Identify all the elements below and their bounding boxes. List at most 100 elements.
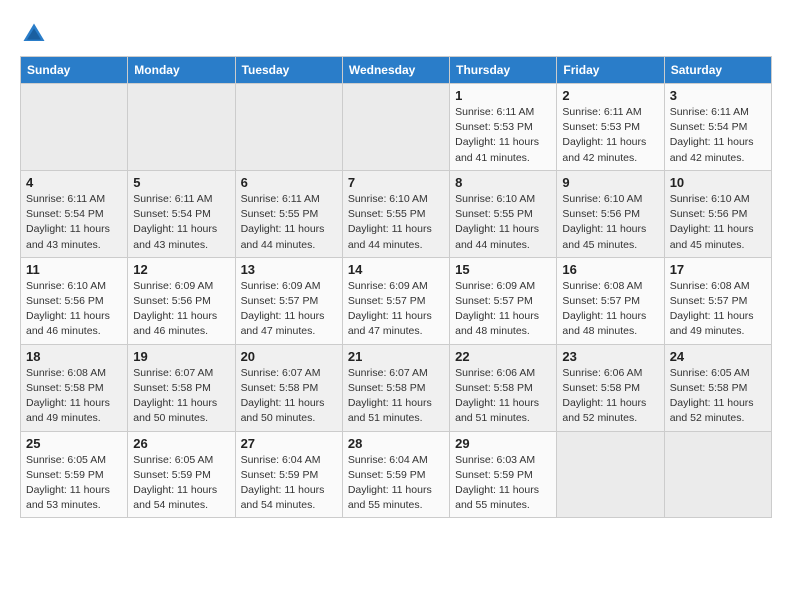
logo-icon xyxy=(20,20,48,48)
calendar-cell: 26Sunrise: 6:05 AM Sunset: 5:59 PM Dayli… xyxy=(128,431,235,518)
calendar-cell: 3Sunrise: 6:11 AM Sunset: 5:54 PM Daylig… xyxy=(664,84,771,171)
day-number: 13 xyxy=(241,262,337,277)
weekday-header: Tuesday xyxy=(235,57,342,84)
day-info: Sunrise: 6:10 AM Sunset: 5:56 PM Dayligh… xyxy=(562,192,658,253)
day-number: 2 xyxy=(562,88,658,103)
calendar-cell: 9 Sunrise: 6:10 AM Sunset: 5:56 PM Daylig… xyxy=(557,170,664,257)
day-info: Sunrise: 6:07 AM Sunset: 5:58 PM Dayligh… xyxy=(348,366,444,427)
calendar-cell: 17Sunrise: 6:08 AM Sunset: 5:57 PM Dayli… xyxy=(664,257,771,344)
day-number: 9 xyxy=(562,175,658,190)
day-number: 14 xyxy=(348,262,444,277)
calendar-cell: 22 Sunrise: 6:06 AM Sunset: 5:58 PM Dayli… xyxy=(450,344,557,431)
calendar-table: SundayMondayTuesdayWednesdayThursdayFrid… xyxy=(20,56,772,518)
calendar-cell: 18 Sunrise: 6:08 AM Sunset: 5:58 PM Dayli… xyxy=(21,344,128,431)
day-info: Sunrise: 6:06 AM Sunset: 5:58 PM Dayligh… xyxy=(562,366,658,427)
calendar-cell xyxy=(557,431,664,518)
calendar-cell xyxy=(128,84,235,171)
day-info: Sunrise: 6:03 AM Sunset: 5:59 PM Dayligh… xyxy=(455,453,551,514)
day-info: Sunrise: 6:06 AM Sunset: 5:58 PM Dayligh… xyxy=(455,366,551,427)
calendar-cell: 6 Sunrise: 6:11 AM Sunset: 5:55 PM Daylig… xyxy=(235,170,342,257)
calendar-week-row: 1Sunrise: 6:11 AM Sunset: 5:53 PM Daylig… xyxy=(21,84,772,171)
calendar-cell: 19 Sunrise: 6:07 AM Sunset: 5:58 PM Dayli… xyxy=(128,344,235,431)
day-number: 10 xyxy=(670,175,766,190)
day-number: 11 xyxy=(26,262,122,277)
day-info: Sunrise: 6:09 AM Sunset: 5:57 PM Dayligh… xyxy=(455,279,551,340)
day-info: Sunrise: 6:05 AM Sunset: 5:59 PM Dayligh… xyxy=(26,453,122,514)
day-info: Sunrise: 6:08 AM Sunset: 5:58 PM Dayligh… xyxy=(26,366,122,427)
weekday-header: Saturday xyxy=(664,57,771,84)
calendar-cell: 4 Sunrise: 6:11 AM Sunset: 5:54 PM Daylig… xyxy=(21,170,128,257)
day-info: Sunrise: 6:11 AM Sunset: 5:53 PM Dayligh… xyxy=(562,105,658,166)
day-number: 18 xyxy=(26,349,122,364)
calendar-cell: 21 Sunrise: 6:07 AM Sunset: 5:58 PM Dayli… xyxy=(342,344,449,431)
day-info: Sunrise: 6:11 AM Sunset: 5:55 PM Dayligh… xyxy=(241,192,337,253)
day-number: 27 xyxy=(241,436,337,451)
day-info: Sunrise: 6:10 AM Sunset: 5:56 PM Dayligh… xyxy=(670,192,766,253)
calendar-cell: 27Sunrise: 6:04 AM Sunset: 5:59 PM Dayli… xyxy=(235,431,342,518)
day-number: 7 xyxy=(348,175,444,190)
day-number: 16 xyxy=(562,262,658,277)
day-number: 29 xyxy=(455,436,551,451)
calendar-cell: 8 Sunrise: 6:10 AM Sunset: 5:55 PM Daylig… xyxy=(450,170,557,257)
calendar-cell: 16 Sunrise: 6:08 AM Sunset: 5:57 PM Dayli… xyxy=(557,257,664,344)
calendar-week-row: 4 Sunrise: 6:11 AM Sunset: 5:54 PM Daylig… xyxy=(21,170,772,257)
day-number: 5 xyxy=(133,175,229,190)
day-number: 25 xyxy=(26,436,122,451)
calendar-cell: 23 Sunrise: 6:06 AM Sunset: 5:58 PM Dayli… xyxy=(557,344,664,431)
calendar-cell: 1Sunrise: 6:11 AM Sunset: 5:53 PM Daylig… xyxy=(450,84,557,171)
day-info: Sunrise: 6:11 AM Sunset: 5:54 PM Dayligh… xyxy=(26,192,122,253)
calendar-cell: 20 Sunrise: 6:07 AM Sunset: 5:58 PM Dayli… xyxy=(235,344,342,431)
day-number: 26 xyxy=(133,436,229,451)
calendar-cell: 10 Sunrise: 6:10 AM Sunset: 5:56 PM Dayli… xyxy=(664,170,771,257)
calendar-cell xyxy=(342,84,449,171)
calendar-cell: 14 Sunrise: 6:09 AM Sunset: 5:57 PM Dayli… xyxy=(342,257,449,344)
calendar-cell xyxy=(235,84,342,171)
weekday-header-row: SundayMondayTuesdayWednesdayThursdayFrid… xyxy=(21,57,772,84)
weekday-header: Wednesday xyxy=(342,57,449,84)
calendar-cell: 28 Sunrise: 6:04 AM Sunset: 5:59 PM Dayli… xyxy=(342,431,449,518)
day-info: Sunrise: 6:07 AM Sunset: 5:58 PM Dayligh… xyxy=(241,366,337,427)
day-number: 4 xyxy=(26,175,122,190)
day-info: Sunrise: 6:08 AM Sunset: 5:57 PM Dayligh… xyxy=(562,279,658,340)
calendar-week-row: 11 Sunrise: 6:10 AM Sunset: 5:56 PM Dayli… xyxy=(21,257,772,344)
weekday-header: Monday xyxy=(128,57,235,84)
day-number: 15 xyxy=(455,262,551,277)
calendar-cell: 7 Sunrise: 6:10 AM Sunset: 5:55 PM Daylig… xyxy=(342,170,449,257)
day-number: 21 xyxy=(348,349,444,364)
day-number: 19 xyxy=(133,349,229,364)
calendar-cell: 15 Sunrise: 6:09 AM Sunset: 5:57 PM Dayli… xyxy=(450,257,557,344)
day-info: Sunrise: 6:09 AM Sunset: 5:57 PM Dayligh… xyxy=(241,279,337,340)
day-info: Sunrise: 6:10 AM Sunset: 5:55 PM Dayligh… xyxy=(348,192,444,253)
day-number: 28 xyxy=(348,436,444,451)
day-number: 23 xyxy=(562,349,658,364)
day-number: 22 xyxy=(455,349,551,364)
calendar-cell: 24 Sunrise: 6:05 AM Sunset: 5:58 PM Dayli… xyxy=(664,344,771,431)
day-info: Sunrise: 6:04 AM Sunset: 5:59 PM Dayligh… xyxy=(348,453,444,514)
weekday-header: Friday xyxy=(557,57,664,84)
day-number: 12 xyxy=(133,262,229,277)
calendar-cell: 2 Sunrise: 6:11 AM Sunset: 5:53 PM Daylig… xyxy=(557,84,664,171)
day-number: 20 xyxy=(241,349,337,364)
calendar-cell: 11 Sunrise: 6:10 AM Sunset: 5:56 PM Dayli… xyxy=(21,257,128,344)
calendar-cell: 5 Sunrise: 6:11 AM Sunset: 5:54 PM Daylig… xyxy=(128,170,235,257)
day-number: 8 xyxy=(455,175,551,190)
calendar-cell: 29 Sunrise: 6:03 AM Sunset: 5:59 PM Dayli… xyxy=(450,431,557,518)
day-info: Sunrise: 6:05 AM Sunset: 5:58 PM Dayligh… xyxy=(670,366,766,427)
day-info: Sunrise: 6:11 AM Sunset: 5:54 PM Dayligh… xyxy=(133,192,229,253)
calendar-cell: 13 Sunrise: 6:09 AM Sunset: 5:57 PM Dayli… xyxy=(235,257,342,344)
day-info: Sunrise: 6:08 AM Sunset: 5:57 PM Dayligh… xyxy=(670,279,766,340)
day-info: Sunrise: 6:10 AM Sunset: 5:55 PM Dayligh… xyxy=(455,192,551,253)
day-info: Sunrise: 6:10 AM Sunset: 5:56 PM Dayligh… xyxy=(26,279,122,340)
calendar-cell xyxy=(21,84,128,171)
calendar-cell xyxy=(664,431,771,518)
day-info: Sunrise: 6:07 AM Sunset: 5:58 PM Dayligh… xyxy=(133,366,229,427)
calendar-week-row: 18 Sunrise: 6:08 AM Sunset: 5:58 PM Dayli… xyxy=(21,344,772,431)
day-number: 6 xyxy=(241,175,337,190)
calendar-cell: 25 Sunrise: 6:05 AM Sunset: 5:59 PM Dayli… xyxy=(21,431,128,518)
weekday-header: Thursday xyxy=(450,57,557,84)
day-info: Sunrise: 6:11 AM Sunset: 5:54 PM Dayligh… xyxy=(670,105,766,166)
logo xyxy=(20,20,52,48)
calendar-cell: 12Sunrise: 6:09 AM Sunset: 5:56 PM Dayli… xyxy=(128,257,235,344)
day-info: Sunrise: 6:09 AM Sunset: 5:57 PM Dayligh… xyxy=(348,279,444,340)
day-number: 24 xyxy=(670,349,766,364)
